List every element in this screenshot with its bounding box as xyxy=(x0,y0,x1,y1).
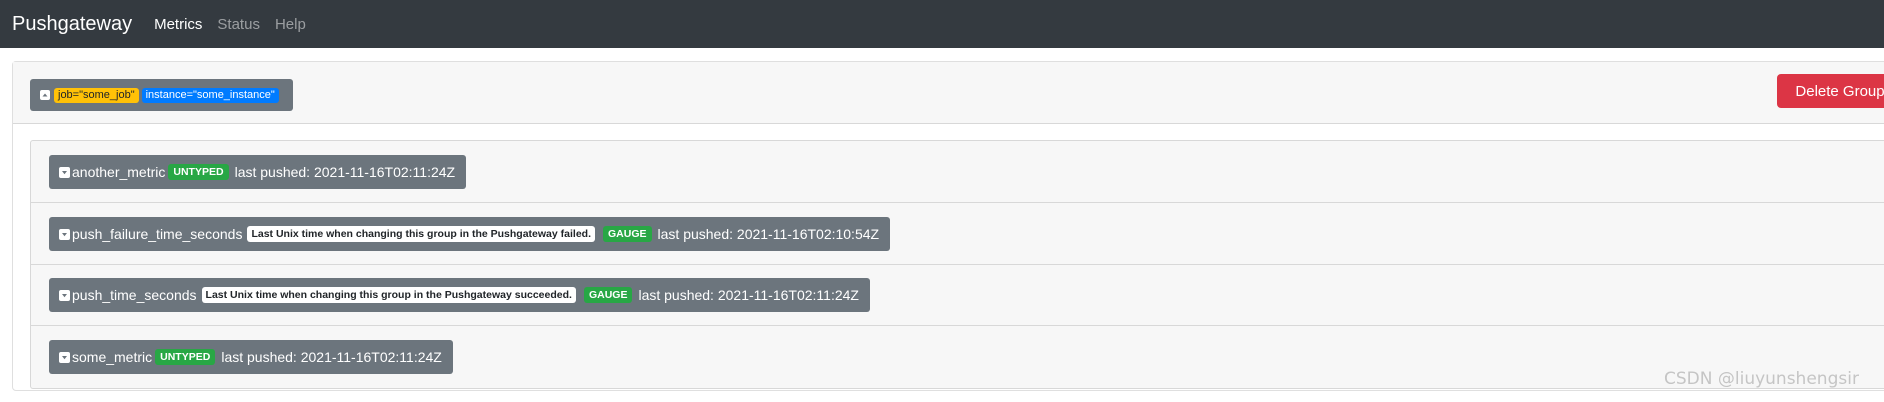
metric-name: another_metric xyxy=(72,164,166,180)
instance-label-badge: instance="some_instance" xyxy=(141,87,279,103)
nav-link-status[interactable]: Status xyxy=(217,16,260,33)
metric-toggle-push-time-seconds[interactable]: push_time_seconds Last Unix time when ch… xyxy=(49,278,870,312)
collapse-down-icon xyxy=(59,289,70,301)
last-pushed-text: last pushed: 2021-11-16T02:11:24Z xyxy=(234,164,456,180)
metric-name: push_failure_time_seconds xyxy=(72,226,243,242)
metric-toggle-some-metric[interactable]: some_metric UNTYPED last pushed: 2021-11… xyxy=(49,340,453,374)
collapse-down-icon xyxy=(59,228,70,240)
metric-type-badge: GAUGE xyxy=(603,226,652,242)
top-navbar: Pushgateway Metrics Status Help xyxy=(0,0,1884,48)
metric-name: push_time_seconds xyxy=(72,287,197,303)
nav-link-help[interactable]: Help xyxy=(275,16,306,33)
metric-type-badge: GAUGE xyxy=(583,287,633,303)
brand-link[interactable]: Pushgateway xyxy=(12,13,132,36)
metric-row: another_metric UNTYPED last pushed: 2021… xyxy=(31,141,1884,203)
collapse-down-icon xyxy=(59,166,70,178)
group-collapse-toggle[interactable]: job="some_job" instance="some_instance" xyxy=(30,79,293,111)
delete-group-button[interactable]: Delete Group xyxy=(1777,74,1884,108)
metric-type-badge: UNTYPED xyxy=(168,164,229,180)
last-pushed-text: last pushed: 2021-11-16T02:11:24Z xyxy=(638,287,859,303)
metric-toggle-another-metric[interactable]: another_metric UNTYPED last pushed: 2021… xyxy=(49,155,467,189)
metric-row: push_time_seconds Last Unix time when ch… xyxy=(31,264,1884,326)
metric-type-badge: UNTYPED xyxy=(155,349,216,365)
collapse-down-icon xyxy=(59,351,70,363)
metric-list: another_metric UNTYPED last pushed: 2021… xyxy=(30,140,1884,389)
metric-row: some_metric UNTYPED last pushed: 2021-11… xyxy=(31,326,1884,387)
csdn-watermark: CSDN @liuyunshengsir xyxy=(1664,369,1859,389)
last-pushed-text: last pushed: 2021-11-16T02:11:24Z xyxy=(221,349,442,365)
metric-help-badge: Last Unix time when changing this group … xyxy=(201,287,576,303)
metric-group-card: job="some_job" instance="some_instance" … xyxy=(12,61,1884,391)
metric-toggle-push-failure-time-seconds[interactable]: push_failure_time_seconds Last Unix time… xyxy=(49,217,891,251)
last-pushed-text: last pushed: 2021-11-16T02:10:54Z xyxy=(657,226,880,242)
metric-help-badge: Last Unix time when changing this group … xyxy=(247,226,595,242)
job-label-badge: job="some_job" xyxy=(54,87,139,103)
collapse-up-icon xyxy=(40,90,50,100)
metric-name: some_metric xyxy=(72,349,153,365)
metric-row: push_failure_time_seconds Last Unix time… xyxy=(31,203,1884,265)
group-header: job="some_job" instance="some_instance" … xyxy=(13,62,1884,124)
nav-link-metrics[interactable]: Metrics xyxy=(154,16,202,33)
